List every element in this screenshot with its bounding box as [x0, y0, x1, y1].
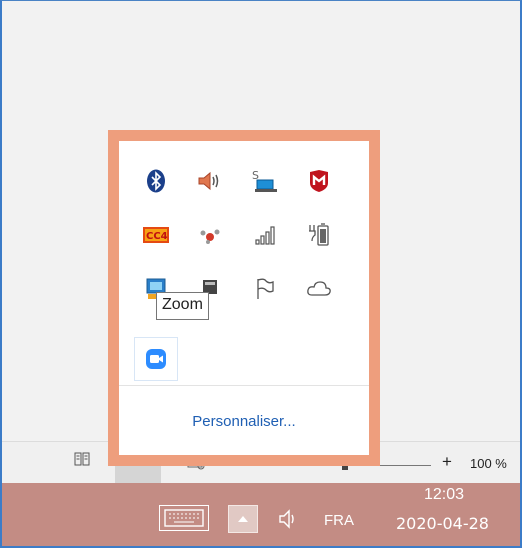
notification-overflow-popup: S CC4 Personnaliser...: [108, 130, 380, 466]
zoom-in-button[interactable]: +: [442, 452, 452, 472]
zoom-icon: [146, 349, 166, 369]
touch-keyboard-button[interactable]: [159, 505, 209, 531]
speaker-icon[interactable]: [188, 159, 232, 203]
zoom-tooltip: Zoom: [156, 292, 209, 320]
bluetooth-icon[interactable]: [134, 159, 178, 203]
mcafee-icon[interactable]: [297, 159, 341, 203]
zoom-level[interactable]: 100 %: [470, 456, 507, 471]
popup-divider: [119, 385, 369, 386]
svg-text:CC4: CC4: [146, 231, 168, 242]
cc4-icon[interactable]: CC4: [134, 213, 178, 257]
network-device-icon[interactable]: [188, 213, 232, 257]
clock-time[interactable]: 12:03: [424, 486, 464, 504]
show-hidden-icons-button[interactable]: [228, 505, 258, 533]
chevron-up-icon: [238, 516, 248, 522]
battery-icon[interactable]: [297, 213, 341, 257]
zoom-tray-icon[interactable]: [134, 337, 178, 381]
tray-icon-grid: S CC4: [119, 141, 369, 391]
customize-link[interactable]: Personnaliser...: [119, 413, 369, 430]
clock-date[interactable]: 2020-04-28: [396, 514, 489, 533]
cloud-icon[interactable]: [297, 267, 341, 311]
read-mode-icon[interactable]: [74, 452, 90, 466]
flag-icon[interactable]: [243, 267, 287, 311]
input-language-indicator[interactable]: FRA: [324, 512, 354, 529]
keyboard-icon: [164, 509, 204, 527]
skype-business-icon[interactable]: S: [243, 159, 287, 203]
signal-bars-icon[interactable]: [243, 213, 287, 257]
volume-icon[interactable]: [278, 508, 296, 535]
